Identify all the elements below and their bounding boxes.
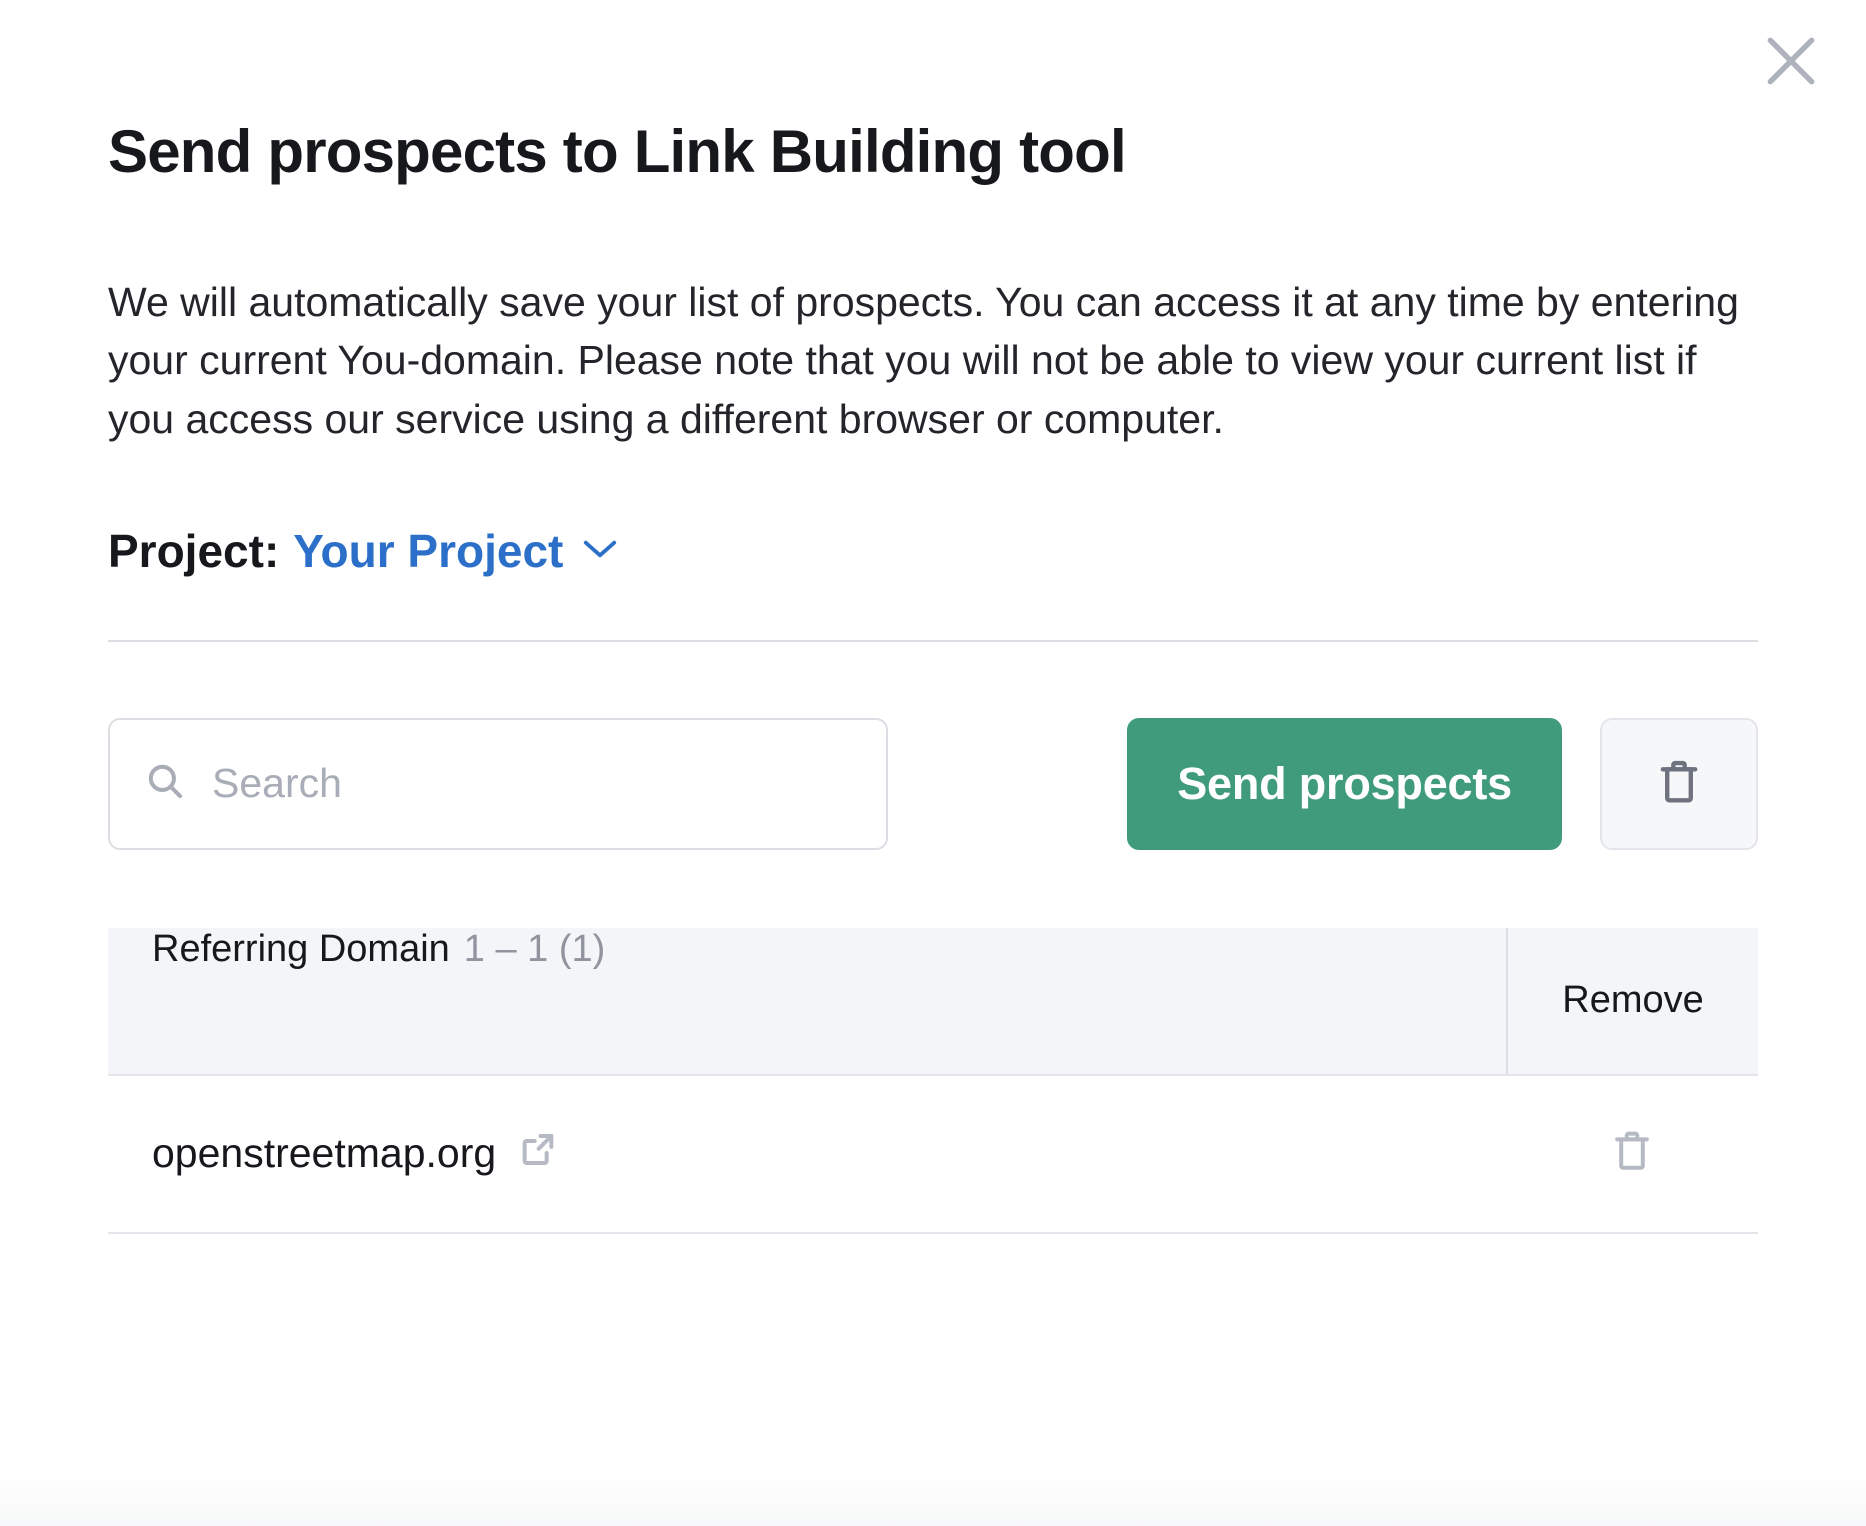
row-trash-icon[interactable] — [1612, 1129, 1652, 1178]
search-input[interactable] — [212, 760, 852, 808]
clear-all-button[interactable] — [1600, 717, 1758, 850]
page-title: Send prospects to Link Building tool — [108, 118, 1127, 185]
column-header-label: Referring Domain — [152, 927, 450, 970]
table-header-row: Referring Domain 1 – 1 (1) Remove — [108, 927, 1758, 1076]
section-divider — [108, 639, 1758, 642]
project-label: Project: — [108, 524, 280, 577]
search-icon — [144, 760, 186, 807]
prospects-table: Referring Domain 1 – 1 (1) Remove openst… — [108, 927, 1758, 1234]
close-button[interactable] — [1752, 22, 1830, 100]
row-count-label: 1 – 1 (1) — [463, 927, 606, 970]
send-prospects-button[interactable]: Send prospects — [1127, 717, 1562, 850]
send-prospects-modal: Send prospects to Link Building tool We … — [0, 0, 1866, 1526]
domain-name: openstreetmap.org — [152, 1130, 497, 1177]
modal-content: Send prospects to Link Building tool We … — [108, 0, 1758, 1234]
close-icon — [1760, 30, 1822, 92]
toolbar: Send prospects — [108, 717, 1758, 850]
external-link-icon[interactable] — [518, 1129, 558, 1179]
column-header-referring-domain: Referring Domain 1 – 1 (1) — [108, 928, 1506, 1074]
project-dropdown[interactable]: Your Project — [293, 524, 619, 578]
cell-remove — [1506, 1129, 1758, 1178]
cell-referring-domain: openstreetmap.org — [108, 1129, 1506, 1179]
search-box[interactable] — [108, 717, 888, 850]
chevron-down-icon — [581, 518, 619, 572]
trash-icon — [1657, 758, 1701, 809]
project-dropdown-value: Your Project — [293, 524, 564, 577]
project-selector-row: Project: Your Project — [108, 524, 1758, 578]
modal-description: We will automatically save your list of … — [108, 279, 1739, 442]
bottom-fade — [0, 1474, 1866, 1526]
column-header-remove: Remove — [1506, 927, 1758, 1074]
table-row: openstreetmap.org — [108, 1075, 1758, 1234]
